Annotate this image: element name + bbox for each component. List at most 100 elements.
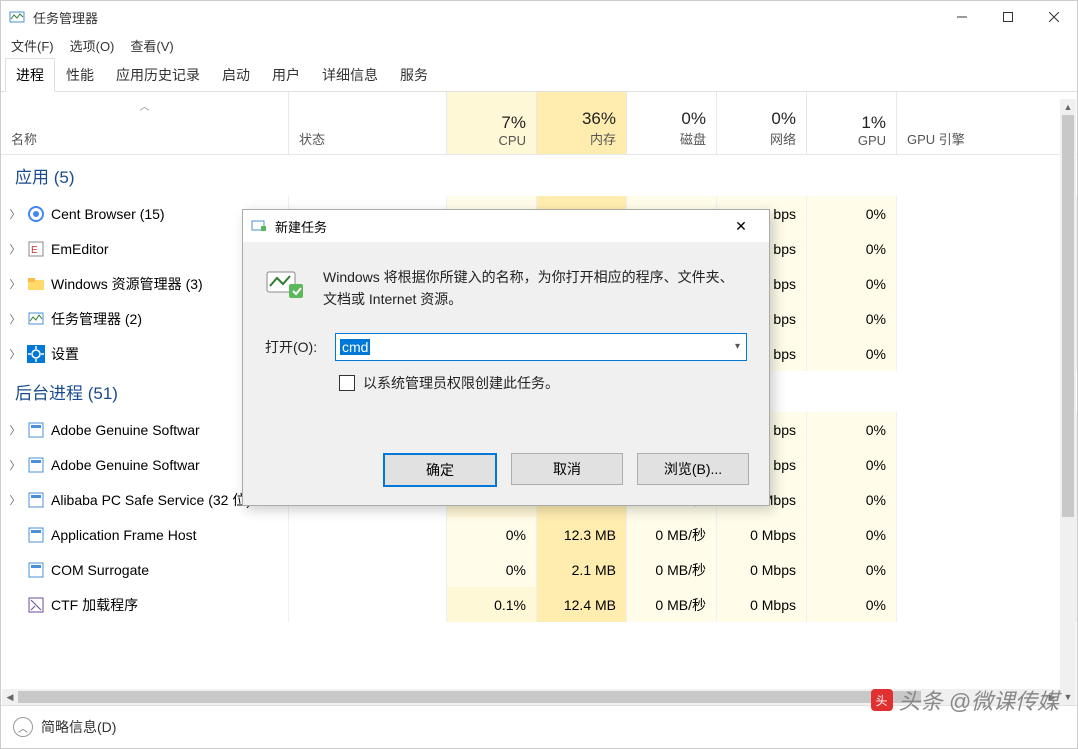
process-row[interactable]: 〉COM Surrogate0%2.1 MB0 MB/秒0 Mbps0% (1, 552, 1077, 587)
process-row[interactable]: 〉CTF 加载程序0.1%12.4 MB0 MB/秒0 Mbps0% (1, 587, 1077, 622)
watermark: 头 头条 @微课传媒 (871, 684, 1059, 716)
cell-gpu-engine (897, 336, 1077, 371)
dropdown-icon[interactable]: ▾ (735, 341, 740, 352)
expand-icon[interactable]: 〉 (9, 346, 21, 362)
cell-disk: 0 MB/秒 (627, 587, 717, 622)
maximize-button[interactable] (985, 1, 1031, 33)
dialog-title: 新建任务 (275, 217, 721, 236)
footer-label[interactable]: 简略信息(D) (41, 717, 116, 737)
process-icon (27, 491, 45, 509)
cell-cpu: 0% (447, 517, 537, 552)
minimize-button[interactable] (939, 1, 985, 33)
col-gpu[interactable]: 1%GPU (807, 92, 897, 154)
tab-processes[interactable]: 进程 (5, 58, 55, 92)
cell-gpu: 0% (807, 231, 897, 266)
expand-icon[interactable]: 〉 (9, 241, 21, 257)
process-icon (27, 596, 45, 614)
tab-services[interactable]: 服务 (389, 58, 439, 92)
dialog-close-button[interactable]: ✕ (721, 218, 761, 235)
cell-status (289, 587, 447, 622)
process-name: COM Surrogate (51, 562, 149, 578)
tab-startup[interactable]: 启动 (211, 58, 261, 92)
run-dialog-icon (251, 218, 267, 234)
menu-file[interactable]: 文件(F) (9, 34, 56, 57)
process-icon (27, 345, 45, 363)
process-row[interactable]: 〉Application Frame Host0%12.3 MB0 MB/秒0 … (1, 517, 1077, 552)
expand-icon[interactable]: 〉 (9, 422, 21, 438)
admin-checkbox[interactable] (339, 375, 355, 391)
cell-status (289, 517, 447, 552)
expand-icon[interactable]: 〉 (9, 276, 21, 292)
svg-text:E: E (31, 245, 38, 256)
ok-button[interactable]: 确定 (383, 453, 497, 487)
scroll-up-icon[interactable]: ▲ (1060, 99, 1076, 115)
process-icon (27, 421, 45, 439)
cell-gpu-engine (897, 552, 1077, 587)
process-icon (27, 275, 45, 293)
process-icon (27, 526, 45, 544)
cancel-button[interactable]: 取消 (511, 453, 623, 485)
tab-app-history[interactable]: 应用历史记录 (105, 58, 211, 92)
cell-disk: 0 MB/秒 (627, 552, 717, 587)
process-icon (27, 456, 45, 474)
cell-gpu: 0% (807, 482, 897, 517)
scroll-down-icon[interactable]: ▼ (1060, 689, 1076, 705)
expand-icon[interactable]: 〉 (9, 311, 21, 327)
run-icon (265, 266, 305, 302)
vertical-scrollbar[interactable]: ▲ ▼ (1060, 99, 1076, 705)
cell-gpu-engine (897, 447, 1077, 482)
cell-gpu: 0% (807, 301, 897, 336)
process-name: Alibaba PC Safe Service (32 位) (51, 490, 251, 510)
col-status[interactable]: 状态 (289, 92, 447, 154)
close-button[interactable] (1031, 1, 1077, 33)
menu-options[interactable]: 选项(O) (68, 34, 117, 57)
col-network[interactable]: 0%网络 (717, 92, 807, 154)
scroll-thumb[interactable] (1062, 115, 1074, 517)
dialog-message: Windows 将根据你所键入的名称，为你打开相应的程序、文件夹、文档或 Int… (323, 266, 747, 311)
process-name: EmEditor (51, 241, 109, 257)
col-memory[interactable]: 36%内存 (537, 92, 627, 154)
tab-details[interactable]: 详细信息 (311, 58, 389, 92)
cell-network: 0 Mbps (717, 552, 807, 587)
col-disk[interactable]: 0%磁盘 (627, 92, 717, 154)
tab-performance[interactable]: 性能 (55, 58, 105, 92)
cell-gpu-engine (897, 301, 1077, 336)
dialog-titlebar: 新建任务 ✕ (243, 210, 769, 242)
process-name: Adobe Genuine Softwar (51, 457, 200, 473)
process-name: CTF 加载程序 (51, 595, 138, 615)
expand-icon[interactable]: 〉 (9, 457, 21, 473)
expand-icon[interactable]: 〉 (9, 492, 21, 508)
dialog-body: Windows 将根据你所键入的名称，为你打开相应的程序、文件夹、文档或 Int… (243, 242, 769, 441)
scroll-thumb-h[interactable] (18, 691, 921, 703)
cell-gpu-engine (897, 231, 1077, 266)
expand-icon[interactable]: 〉 (9, 206, 21, 222)
col-cpu[interactable]: 7%CPU (447, 92, 537, 154)
process-name: Application Frame Host (51, 527, 197, 543)
task-manager-window: 任务管理器 文件(F) 选项(O) 查看(V) 进程 性能 应用历史记录 启动 … (0, 0, 1078, 749)
cell-gpu: 0% (807, 447, 897, 482)
cell-memory: 12.4 MB (537, 587, 627, 622)
cell-gpu-engine (897, 266, 1077, 301)
titlebar: 任务管理器 (1, 1, 1077, 33)
process-name: 设置 (51, 344, 79, 364)
cell-gpu: 0% (807, 196, 897, 231)
process-icon (27, 205, 45, 223)
scroll-left-icon[interactable]: ◀ (2, 692, 18, 703)
tab-users[interactable]: 用户 (261, 58, 311, 92)
cell-memory: 12.3 MB (537, 517, 627, 552)
process-icon: E (27, 240, 45, 258)
menu-view[interactable]: 查看(V) (128, 34, 175, 57)
col-gpu-engine[interactable]: GPU 引擎 (897, 92, 1077, 154)
cell-gpu-engine (897, 196, 1077, 231)
collapse-icon[interactable]: ︿ (13, 717, 33, 737)
dialog-buttons: 确定 取消 浏览(B)... (243, 441, 769, 505)
browse-button[interactable]: 浏览(B)... (637, 453, 749, 485)
process-icon (27, 310, 45, 328)
cell-network: 0 Mbps (717, 587, 807, 622)
cell-gpu: 0% (807, 517, 897, 552)
col-name[interactable]: ︿ 名称 (1, 92, 289, 154)
cell-gpu: 0% (807, 552, 897, 587)
open-combobox[interactable]: cmd ▾ (335, 333, 747, 361)
process-icon (27, 561, 45, 579)
window-controls (939, 1, 1077, 33)
